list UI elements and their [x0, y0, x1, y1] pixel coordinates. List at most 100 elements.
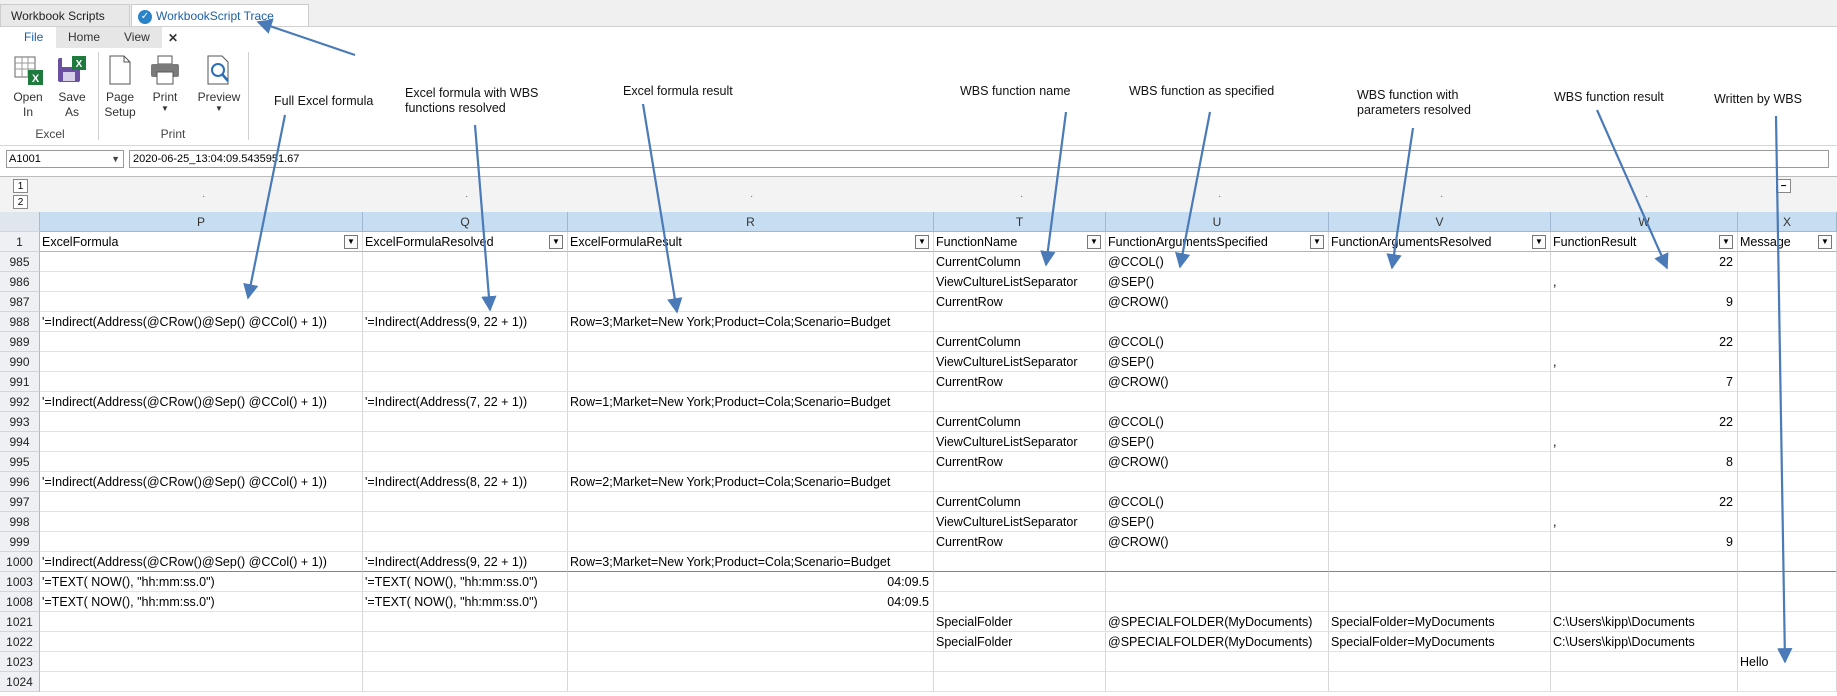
- table-cell[interactable]: [568, 492, 934, 512]
- table-cell[interactable]: [363, 512, 568, 532]
- table-cell[interactable]: 04:09.5: [568, 592, 934, 612]
- table-cell[interactable]: [934, 572, 1106, 592]
- table-cell[interactable]: 22: [1551, 252, 1738, 272]
- row-header[interactable]: 985: [0, 252, 40, 272]
- table-cell[interactable]: [40, 672, 363, 692]
- row-header[interactable]: 991: [0, 372, 40, 392]
- table-cell[interactable]: [40, 292, 363, 312]
- table-cell[interactable]: 22: [1551, 492, 1738, 512]
- table-cell[interactable]: [1106, 552, 1329, 572]
- table-cell[interactable]: [40, 432, 363, 452]
- row-header[interactable]: 989: [0, 332, 40, 352]
- table-cell[interactable]: [1329, 392, 1551, 412]
- table-cell[interactable]: SpecialFolder: [934, 612, 1106, 632]
- table-cell[interactable]: @CROW(): [1106, 532, 1329, 552]
- table-cell[interactable]: @SPECIALFOLDER(MyDocuments): [1106, 632, 1329, 652]
- table-cell[interactable]: [40, 512, 363, 532]
- table-cell[interactable]: [1329, 492, 1551, 512]
- table-cell[interactable]: '=TEXT( NOW(), "hh:mm:ss.0"): [40, 572, 363, 592]
- filter-dropdown-icon[interactable]: ▼: [1719, 235, 1733, 249]
- table-cell[interactable]: [1329, 672, 1551, 692]
- row-header[interactable]: 992: [0, 392, 40, 412]
- table-cell[interactable]: SpecialFolder: [934, 632, 1106, 652]
- table-cell[interactable]: 04:09.5: [568, 572, 934, 592]
- row-header[interactable]: 1008: [0, 592, 40, 612]
- table-cell[interactable]: [40, 532, 363, 552]
- table-cell[interactable]: [40, 272, 363, 292]
- table-cell[interactable]: [1329, 472, 1551, 492]
- table-cell[interactable]: [1738, 392, 1837, 412]
- table-cell[interactable]: [1106, 592, 1329, 612]
- table-cell[interactable]: '=TEXT( NOW(), "hh:mm:ss.0"): [363, 592, 568, 612]
- table-cell[interactable]: [568, 532, 934, 552]
- table-cell[interactable]: '=Indirect(Address(@CRow()@Sep() @CCol()…: [40, 312, 363, 332]
- table-cell[interactable]: [1738, 572, 1837, 592]
- table-cell[interactable]: [1738, 312, 1837, 332]
- table-cell[interactable]: [1738, 412, 1837, 432]
- select-all-corner[interactable]: [0, 212, 40, 232]
- table-cell[interactable]: ,: [1551, 512, 1738, 532]
- row-header[interactable]: 1000: [0, 552, 40, 572]
- table-cell[interactable]: [40, 492, 363, 512]
- table-cell[interactable]: [363, 372, 568, 392]
- table-cell[interactable]: [1329, 332, 1551, 352]
- filter-dropdown-icon[interactable]: ▼: [1532, 235, 1546, 249]
- table-cell[interactable]: ViewCultureListSeparator: [934, 512, 1106, 532]
- table-cell[interactable]: [1738, 632, 1837, 652]
- table-cell[interactable]: [934, 672, 1106, 692]
- formula-bar-input[interactable]: 2020-06-25_13:04:09.5435951.67: [129, 150, 1829, 168]
- row-header[interactable]: 996: [0, 472, 40, 492]
- table-cell[interactable]: [1738, 332, 1837, 352]
- filter-dropdown-icon[interactable]: ▼: [1818, 235, 1832, 249]
- row-header[interactable]: 997: [0, 492, 40, 512]
- table-header-cell[interactable]: FunctionResult ▼: [1551, 232, 1738, 252]
- table-cell[interactable]: [568, 672, 934, 692]
- row-header[interactable]: 995: [0, 452, 40, 472]
- table-cell[interactable]: [1106, 672, 1329, 692]
- filter-dropdown-icon[interactable]: ▼: [1087, 235, 1101, 249]
- row-header[interactable]: 999: [0, 532, 40, 552]
- table-cell[interactable]: [568, 332, 934, 352]
- table-cell[interactable]: [1738, 612, 1837, 632]
- table-cell[interactable]: [363, 612, 568, 632]
- table-cell[interactable]: '=TEXT( NOW(), "hh:mm:ss.0"): [363, 572, 568, 592]
- column-header-t[interactable]: T: [934, 212, 1106, 232]
- table-header-cell[interactable]: FunctionName ▼: [934, 232, 1106, 252]
- table-cell[interactable]: [934, 472, 1106, 492]
- table-cell[interactable]: [1106, 312, 1329, 332]
- name-box[interactable]: A1001 ▼: [6, 150, 124, 168]
- table-cell[interactable]: [1738, 452, 1837, 472]
- table-cell[interactable]: CurrentRow: [934, 292, 1106, 312]
- table-cell[interactable]: [1329, 572, 1551, 592]
- table-cell[interactable]: [40, 632, 363, 652]
- table-cell[interactable]: [1551, 472, 1738, 492]
- menu-view[interactable]: View: [112, 27, 162, 48]
- table-cell[interactable]: [363, 272, 568, 292]
- table-cell[interactable]: [1329, 292, 1551, 312]
- table-cell[interactable]: [1329, 452, 1551, 472]
- table-cell[interactable]: '=Indirect(Address(@CRow()@Sep() @CCol()…: [40, 552, 363, 572]
- table-cell[interactable]: [1329, 532, 1551, 552]
- table-cell[interactable]: @SEP(): [1106, 432, 1329, 452]
- table-cell[interactable]: 7: [1551, 372, 1738, 392]
- table-cell[interactable]: [1329, 352, 1551, 372]
- row-header[interactable]: 993: [0, 412, 40, 432]
- table-cell[interactable]: [40, 252, 363, 272]
- table-cell[interactable]: [1551, 312, 1738, 332]
- tab-workbookscript-trace-log[interactable]: ✓WorkbookScript Trace Log✕: [131, 4, 309, 45]
- table-cell[interactable]: [363, 352, 568, 372]
- table-cell[interactable]: Hello: [1738, 652, 1837, 672]
- table-cell[interactable]: [1551, 572, 1738, 592]
- table-cell[interactable]: 9: [1551, 292, 1738, 312]
- table-cell[interactable]: [1106, 652, 1329, 672]
- table-cell[interactable]: Row=2;Market=New York;Product=Cola;Scena…: [568, 472, 934, 492]
- table-cell[interactable]: [1738, 252, 1837, 272]
- table-cell[interactable]: [363, 532, 568, 552]
- table-cell[interactable]: [568, 352, 934, 372]
- table-cell[interactable]: [1738, 592, 1837, 612]
- table-cell[interactable]: '=Indirect(Address(@CRow()@Sep() @CCol()…: [40, 392, 363, 412]
- filter-dropdown-icon[interactable]: ▼: [1310, 235, 1324, 249]
- outline-level-1-button[interactable]: 1: [13, 179, 28, 193]
- table-cell[interactable]: [934, 552, 1106, 572]
- table-cell[interactable]: [40, 452, 363, 472]
